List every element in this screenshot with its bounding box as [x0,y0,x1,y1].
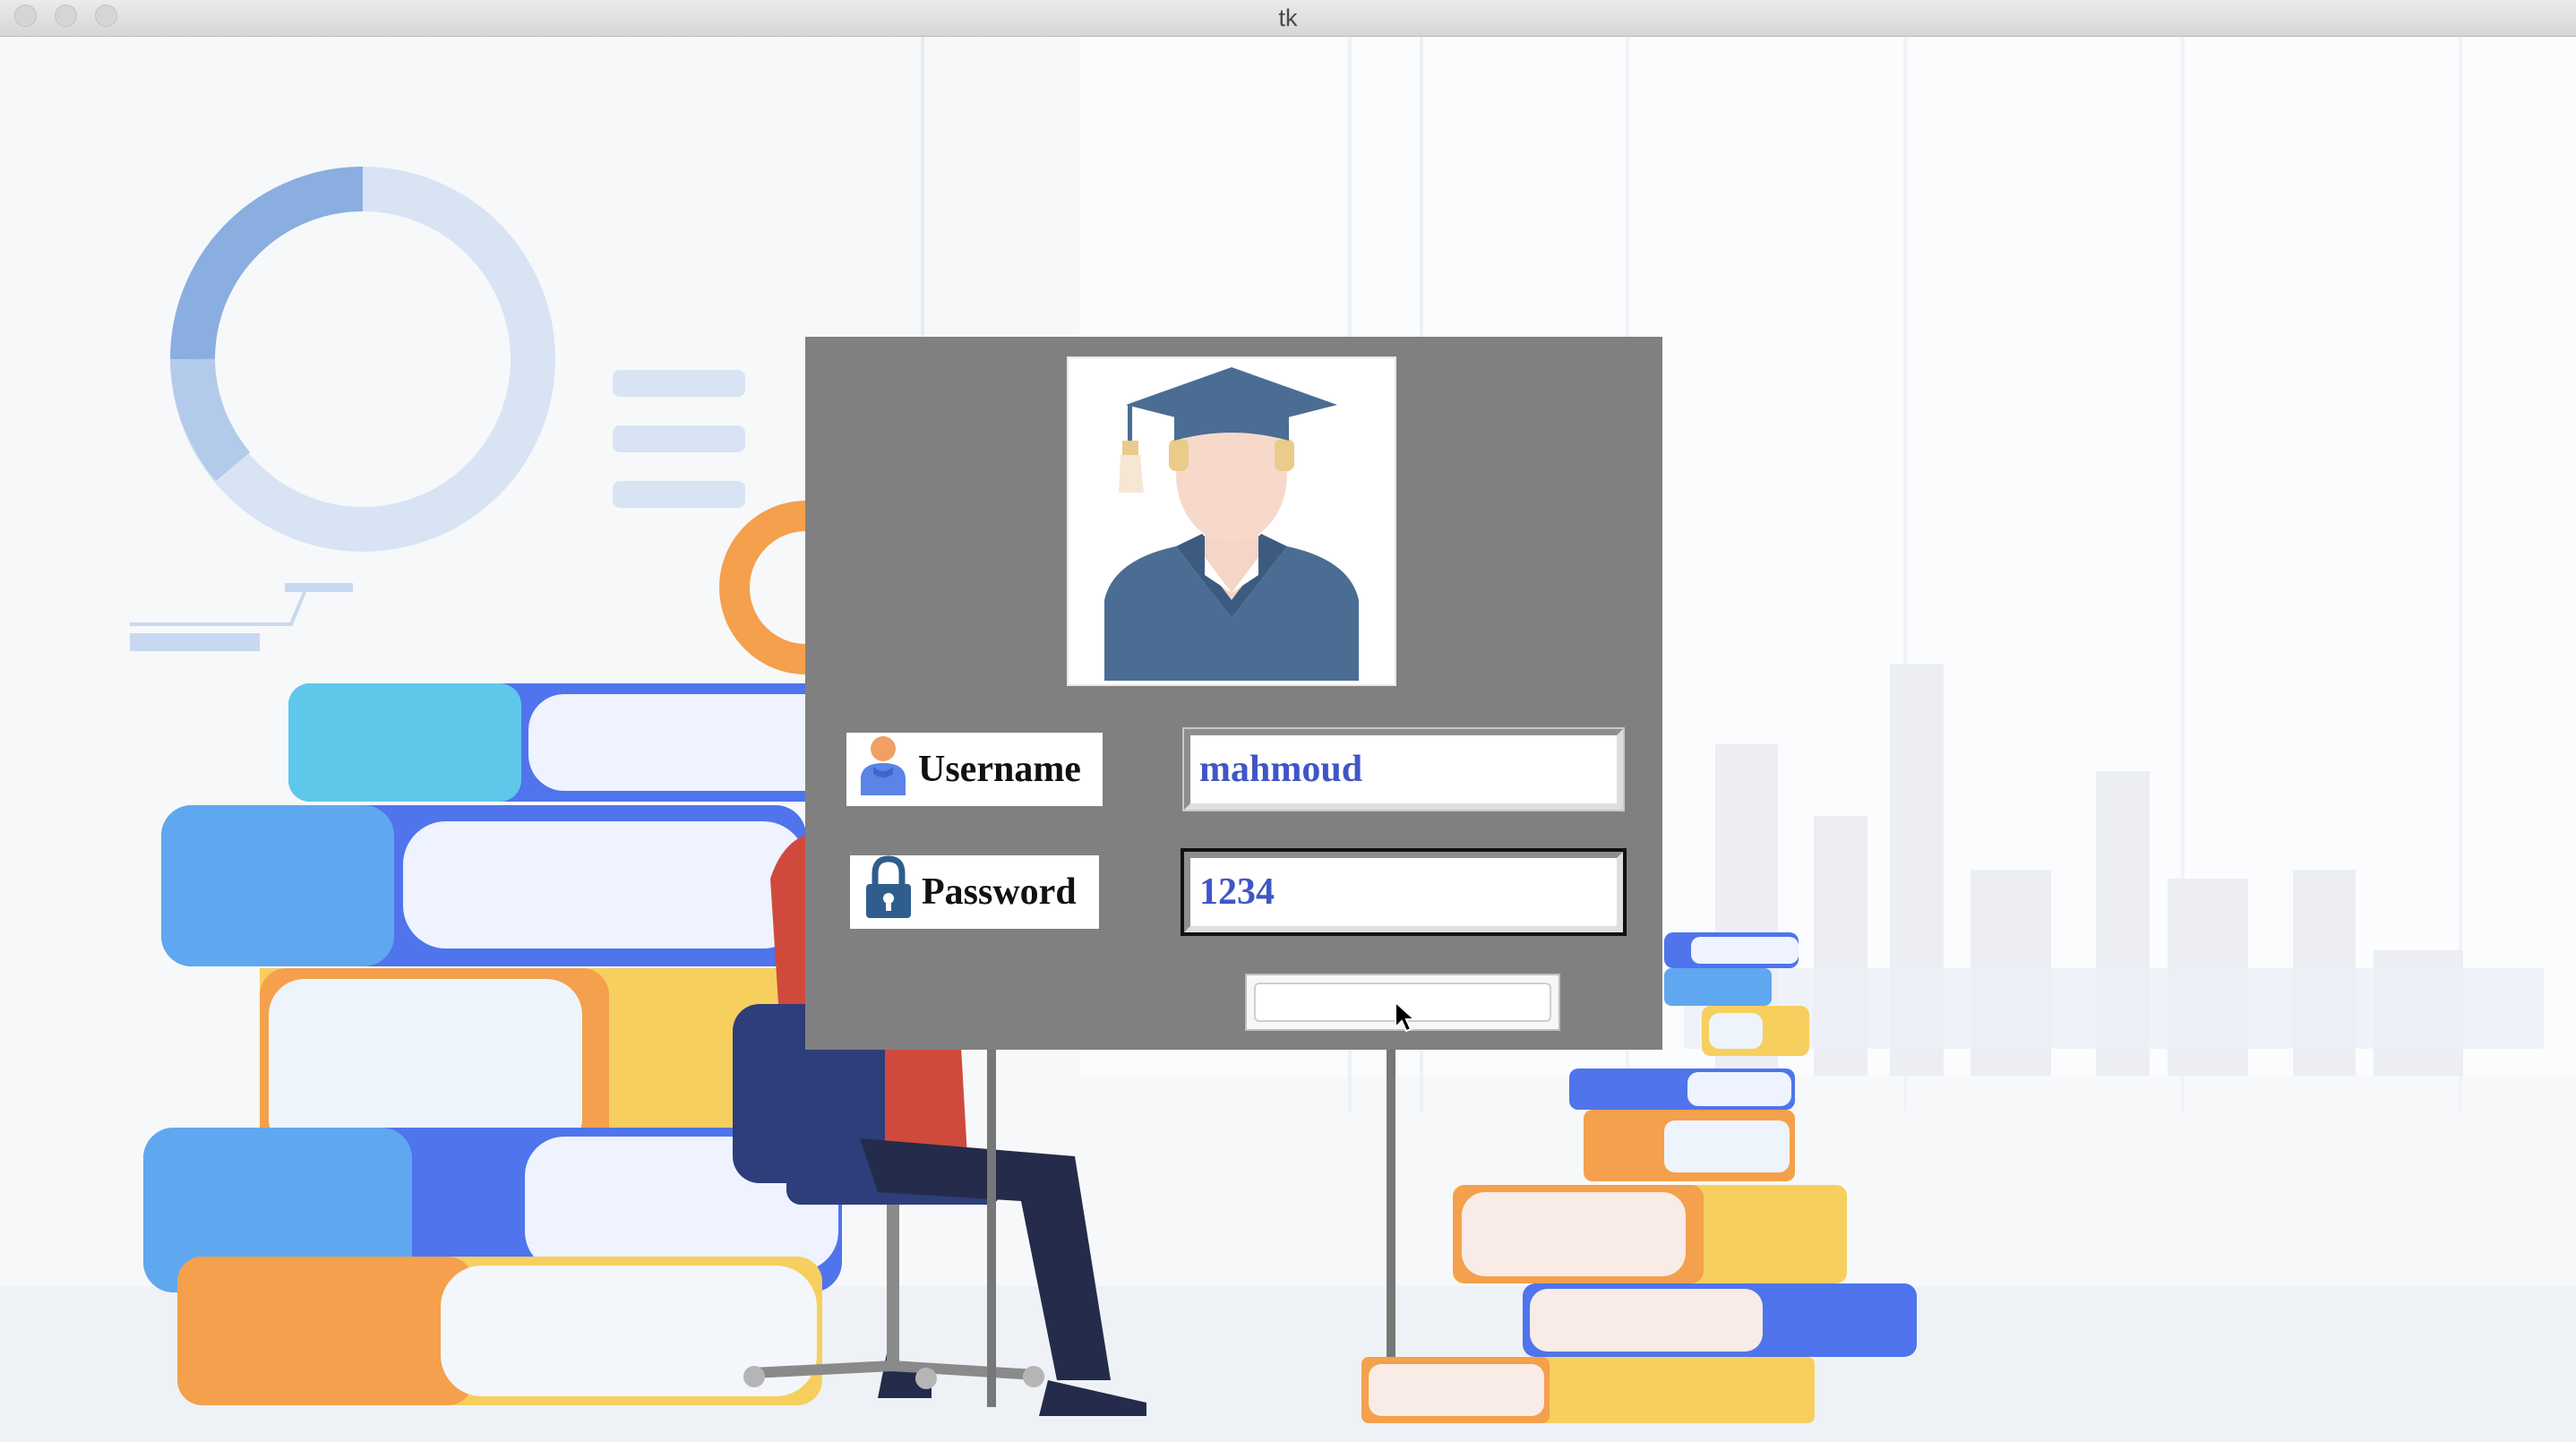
username-label: Username [846,733,1103,806]
password-label-text: Password [922,871,1077,913]
lock-icon [863,854,914,930]
window-titlebar: tk [0,0,2576,37]
username-input[interactable] [1190,735,1617,803]
graduate-icon [1069,358,1395,684]
user-icon [855,733,911,807]
password-label: Password [850,854,1099,930]
password-input[interactable] [1190,858,1617,926]
window-title: tk [1278,4,1298,31]
username-field[interactable] [1182,727,1625,811]
mouse-cursor-icon [1395,1000,1415,1033]
login-panel: Username Password [805,337,1662,1050]
username-label-text: Username [918,749,1081,790]
graduate-avatar [1067,356,1396,686]
password-field[interactable] [1181,848,1627,936]
